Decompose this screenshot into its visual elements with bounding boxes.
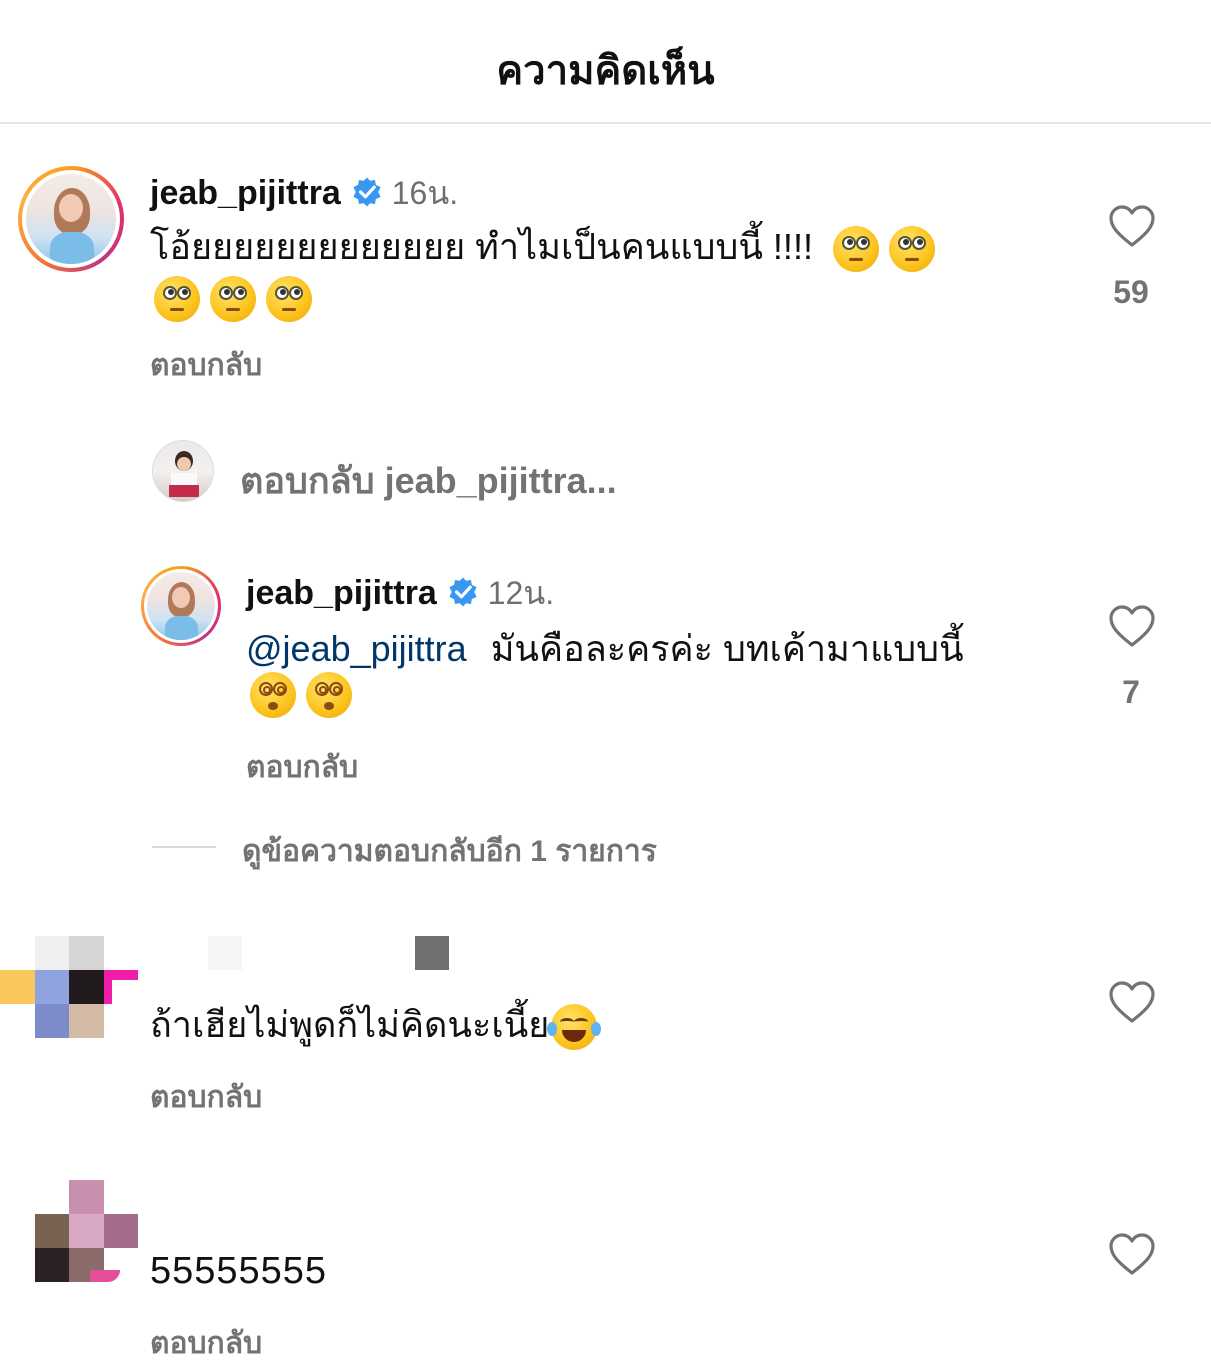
- reply-composer[interactable]: ตอบกลับ jeab_pijittra...: [150, 440, 1050, 506]
- reply-button[interactable]: ตอบกลับ: [150, 1320, 262, 1367]
- comment-text-block: ถ้าเฮียไม่พูดก็ไม่คิดนะเนี้ย: [150, 1002, 607, 1051]
- view-more-replies-label: ดูข้อความตอบกลับอีก 1 รายการ: [242, 835, 657, 868]
- heart-icon[interactable]: [1108, 980, 1156, 1024]
- comment-text: มันคือละครค่ะ บทเค้ามาแบบนี้: [490, 628, 964, 669]
- like-count: 7: [1122, 674, 1140, 710]
- comment-text-block: โอ้ยยยยยยยยยยยยย ทำไมเป็นคนแบบนี้ !!!!: [150, 224, 1030, 273]
- avatar: [152, 440, 214, 502]
- face-with-rolling-eyes-icon: [210, 276, 256, 322]
- comment-emoji-row: [250, 672, 362, 718]
- comment-emoji-row: [154, 276, 322, 322]
- avatar[interactable]: [0, 1180, 140, 1286]
- header: ความคิดเห็น: [0, 0, 1211, 124]
- face-with-rolling-eyes-icon: [266, 276, 312, 322]
- heart-icon[interactable]: [1108, 604, 1156, 648]
- heart-icon[interactable]: [1108, 204, 1156, 248]
- reply-button[interactable]: ตอบกลับ: [150, 1074, 262, 1121]
- avatar[interactable]: [141, 566, 221, 646]
- reply-composer-prefix: ตอบกลับ: [240, 460, 375, 501]
- face-with-spiral-eyes-icon: [250, 672, 296, 718]
- page-title: ความคิดเห็น: [496, 49, 715, 93]
- reply-item: jeab_pijittra 12น. @jeab_pijittra มันคือ…: [0, 560, 1211, 790]
- face-with-rolling-eyes-icon: [832, 226, 879, 273]
- username-redacted: [415, 936, 449, 970]
- comment-text: 55555555: [150, 1250, 328, 1292]
- comment-header: jeab_pijittra 12น.: [246, 568, 554, 619]
- like-count: 59: [1113, 274, 1149, 310]
- divider: [152, 846, 216, 848]
- comment-text: ถ้าเฮียไม่พูดก็ไม่คิดนะเนี้ย: [150, 1004, 550, 1045]
- comment-text: โอ้ยยยยยยยยยยยยย ทำไมเป็นคนแบบนี้ !!!!: [150, 226, 813, 267]
- face-with-rolling-eyes-icon: [888, 226, 935, 273]
- face-with-rolling-eyes-icon: [154, 276, 200, 322]
- username-redacted: [208, 936, 242, 970]
- avatar[interactable]: [0, 936, 140, 1042]
- view-more-replies[interactable]: ดูข้อความตอบกลับอีก 1 รายการ: [150, 828, 850, 868]
- verified-badge-icon: [353, 177, 381, 207]
- mention-link[interactable]: @jeab_pijittra: [246, 628, 467, 669]
- comment-text-block: @jeab_pijittra มันคือละครค่ะ บทเค้ามาแบบ…: [246, 626, 1066, 672]
- comment-item: 55555555 ตอบกลับ: [0, 1178, 1211, 1360]
- comment-header: jeab_pijittra 16น.: [150, 168, 458, 219]
- comment-time: 12น.: [487, 575, 555, 611]
- comment-item: jeab_pijittra 16น. โอ้ยยยยยยยยยยยยย ทำไม…: [0, 150, 1211, 390]
- username[interactable]: jeab_pijittra: [150, 174, 341, 212]
- heart-icon[interactable]: [1108, 1232, 1156, 1276]
- avatar[interactable]: [18, 166, 124, 272]
- comment-item: ถ้าเฮียไม่พูดก็ไม่คิดนะเนี้ย ตอบกลับ: [0, 930, 1211, 1120]
- reply-button[interactable]: ตอบกลับ: [246, 744, 358, 791]
- username[interactable]: jeab_pijittra: [246, 574, 437, 612]
- comment-time: 16น.: [391, 175, 459, 211]
- reply-button[interactable]: ตอบกลับ: [150, 342, 262, 389]
- reply-composer-target: jeab_pijittra...: [384, 460, 617, 501]
- face-with-spiral-eyes-icon: [306, 672, 352, 718]
- verified-badge-icon: [449, 577, 477, 607]
- face-with-tears-of-joy-icon: [547, 1004, 602, 1051]
